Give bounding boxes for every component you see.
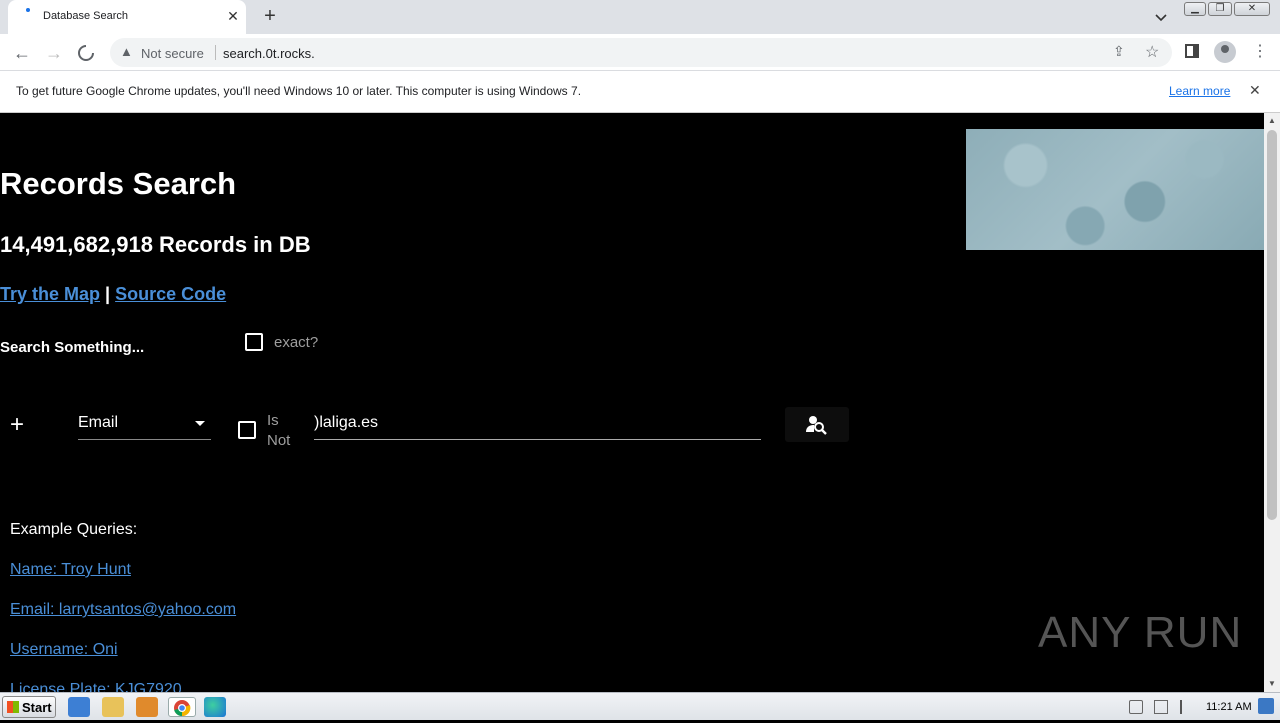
browser-tab[interactable]: Database Search ✕ — [8, 0, 246, 34]
stop-loading-icon[interactable] — [74, 41, 98, 65]
is-not-label: Is Not — [267, 412, 291, 449]
exact-checkbox[interactable] — [245, 333, 263, 351]
volume-icon[interactable] — [1129, 700, 1143, 714]
person-search-icon — [806, 416, 827, 435]
window-close-button[interactable]: ✕ — [1234, 2, 1270, 16]
examples-title: Example Queries: — [10, 521, 138, 538]
bookmark-star-icon[interactable]: ☆ — [1145, 42, 1159, 62]
is-not-checkbox[interactable] — [238, 421, 256, 439]
example-query-name[interactable]: Name: Troy Hunt — [10, 561, 131, 579]
tab-title: Database Search — [43, 10, 128, 22]
record-count: 14,491,682,918 Records in DB — [0, 232, 311, 257]
profile-avatar-icon[interactable] — [1214, 41, 1236, 63]
network-icon[interactable] — [1154, 700, 1168, 714]
anyrun-watermark: ANY RUN — [1038, 608, 1243, 657]
chrome-icon — [174, 700, 191, 717]
share-icon[interactable]: ⇪ — [1113, 43, 1125, 60]
update-infobar: To get future Google Chrome updates, you… — [0, 71, 1280, 113]
learn-more-link[interactable]: Learn more — [1169, 84, 1230, 98]
ie-icon[interactable] — [68, 697, 90, 717]
exact-label: exact? — [274, 334, 319, 351]
new-tab-icon[interactable]: + — [259, 5, 281, 27]
warning-triangle-icon[interactable]: ▲ — [120, 44, 133, 59]
forward-arrow-icon[interactable]: → — [42, 41, 66, 65]
search-input[interactable]: )laliga.es — [314, 408, 761, 440]
explorer-folder-icon[interactable] — [102, 697, 124, 717]
start-button[interactable]: Start — [2, 696, 56, 718]
example-query-email[interactable]: Email: larrytsantos@yahoo.com — [10, 601, 236, 619]
try-map-link[interactable]: Try the Map — [0, 284, 100, 304]
field-type-select[interactable]: Email — [78, 410, 211, 440]
side-panel-icon[interactable] — [1185, 44, 1199, 58]
search-input-value: )laliga.es — [314, 414, 379, 431]
infobar-close-icon[interactable]: ✕ — [1249, 82, 1261, 99]
window-maximize-button[interactable]: ❐ — [1208, 2, 1232, 16]
example-query-license-plate[interactable]: License Plate: KJG7920 — [10, 681, 182, 692]
scroll-up-icon[interactable]: ▲ — [1264, 113, 1280, 129]
tab-search-icon[interactable] — [1151, 7, 1171, 27]
infobar-message: To get future Google Chrome updates, you… — [16, 84, 582, 98]
link-separator: | — [105, 284, 111, 304]
example-query-username[interactable]: Username: Oni — [10, 641, 118, 659]
not-secure-label[interactable]: Not secure — [141, 46, 204, 61]
dropdown-arrow-icon — [195, 421, 205, 426]
scroll-down-icon[interactable]: ▼ — [1264, 676, 1280, 692]
edge-icon[interactable] — [204, 697, 226, 717]
page-scrollbar[interactable]: ▲ ▼ — [1264, 113, 1280, 692]
address-bar[interactable]: ▲ Not secure search.0t.rocks. ⇪ ☆ — [110, 38, 1172, 67]
add-field-icon[interactable]: + — [7, 413, 27, 437]
loading-favicon-icon — [26, 8, 30, 12]
scroll-thumb[interactable] — [1267, 130, 1277, 520]
browser-toolbar: ← → ▲ Not secure search.0t.rocks. ⇪ ☆ ⋮ — [0, 34, 1280, 71]
url-text[interactable]: search.0t.rocks. — [223, 46, 315, 61]
browser-titlebar: Database Search ✕ + ▁ ❐ ✕ — [0, 0, 1280, 34]
tab-close-icon[interactable]: ✕ — [225, 7, 241, 25]
windows-taskbar: Start 11:21 AM — [0, 692, 1280, 720]
page-title: Records Search — [0, 166, 237, 201]
taskbar-clock[interactable]: 11:21 AM — [1206, 701, 1252, 713]
back-arrow-icon[interactable]: ← — [10, 41, 34, 65]
field-type-value: Email — [78, 414, 119, 431]
omnibox-divider — [215, 45, 216, 60]
search-button[interactable] — [785, 407, 849, 442]
start-label: Start — [22, 700, 52, 715]
page-content: Records Search 14,491,682,918 Records in… — [0, 113, 1264, 692]
source-code-link[interactable]: Source Code — [115, 284, 226, 304]
action-center-flag-icon[interactable] — [1180, 700, 1194, 714]
window-minimize-button[interactable]: ▁ — [1184, 2, 1206, 16]
map-thumbnail[interactable] — [966, 129, 1264, 250]
search-label: Search Something... — [0, 339, 145, 356]
header-links: Try the Map | Source Code — [0, 284, 226, 305]
chrome-taskbar-button[interactable] — [168, 697, 196, 717]
kebab-menu-icon[interactable]: ⋮ — [1252, 41, 1268, 61]
show-desktop-icon[interactable] — [1258, 698, 1274, 714]
media-player-icon[interactable] — [136, 697, 158, 717]
windows-logo-icon — [7, 701, 19, 713]
